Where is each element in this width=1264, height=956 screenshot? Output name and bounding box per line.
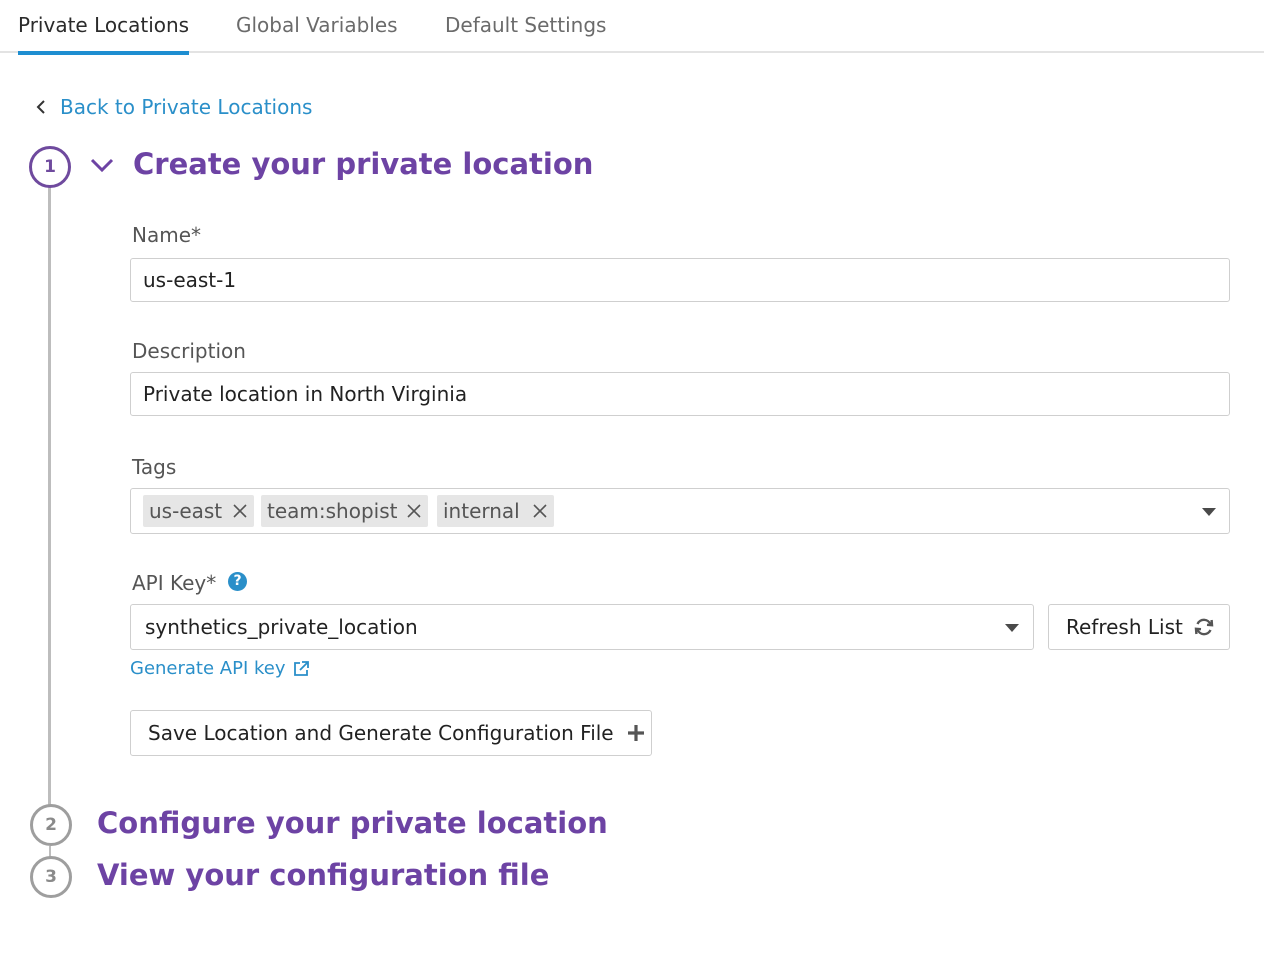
tag-label: us-east — [149, 499, 223, 523]
tab-bar: Private Locations Global Variables Defau… — [0, 0, 1264, 55]
save-location-button[interactable]: Save Location and Generate Configuration… — [130, 710, 652, 756]
generate-api-key-label: Generate API key — [130, 658, 286, 679]
step-1-number: 1 — [29, 146, 71, 188]
caret-down-icon — [1005, 624, 1019, 632]
tag-chip: team:shopist — [261, 495, 428, 527]
generate-api-key-link[interactable]: Generate API key — [130, 658, 310, 679]
api-key-select[interactable]: synthetics_private_location — [130, 604, 1034, 650]
close-icon[interactable] — [406, 503, 422, 519]
chevron-down-icon[interactable] — [90, 157, 114, 173]
plus-icon — [627, 725, 644, 741]
refresh-icon — [1194, 618, 1214, 636]
tab-default-settings[interactable]: Default Settings — [445, 10, 606, 53]
description-label: Description — [132, 339, 246, 363]
refresh-list-button[interactable]: Refresh List — [1048, 604, 1230, 650]
tags-input[interactable]: us-east team:shopist internal — [130, 488, 1230, 534]
back-link[interactable]: Back to Private Locations — [36, 92, 312, 122]
chevron-left-icon — [36, 100, 45, 114]
refresh-list-label: Refresh List — [1066, 615, 1183, 639]
tab-global-variables[interactable]: Global Variables — [236, 10, 398, 53]
save-location-label: Save Location and Generate Configuration… — [148, 721, 614, 745]
external-link-icon — [293, 660, 309, 676]
step-2-title[interactable]: Configure your private location — [97, 806, 608, 840]
tag-label: team:shopist — [267, 499, 398, 523]
step-1-title[interactable]: Create your private location — [133, 147, 593, 181]
tag-chip: us-east — [143, 495, 254, 527]
tab-private-locations[interactable]: Private Locations — [18, 10, 190, 55]
stepper-line — [48, 186, 51, 808]
step-3-title[interactable]: View your configuration file — [97, 858, 549, 892]
caret-down-icon[interactable] — [1202, 508, 1216, 516]
close-icon[interactable] — [532, 503, 548, 519]
tag-chip: internal — [437, 495, 554, 527]
back-link-label: Back to Private Locations — [60, 95, 313, 119]
tags-label: Tags — [132, 455, 177, 479]
name-input[interactable]: us-east-1 — [130, 258, 1230, 302]
help-icon[interactable]: ? — [228, 572, 247, 591]
name-label: Name* — [132, 223, 202, 247]
step-3-number: 3 — [30, 856, 72, 898]
step-2-number: 2 — [30, 804, 72, 846]
tag-label: internal — [443, 499, 520, 523]
description-input[interactable]: Private location in North Virginia — [130, 372, 1230, 416]
close-icon[interactable] — [232, 503, 248, 519]
api-key-value: synthetics_private_location — [145, 615, 418, 639]
api-key-label: API Key* — [132, 571, 217, 595]
